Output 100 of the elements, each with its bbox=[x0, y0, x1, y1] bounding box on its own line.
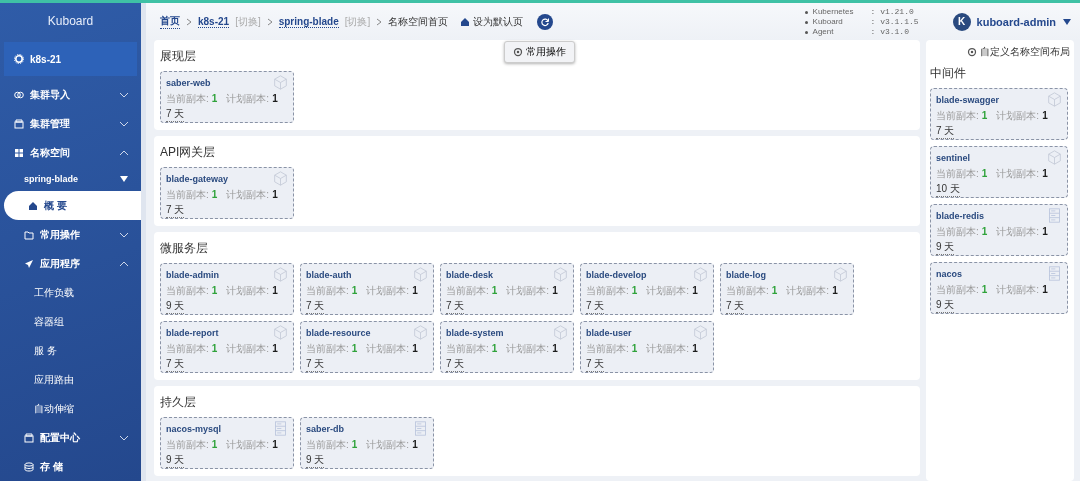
workload-name: blade-report bbox=[166, 327, 219, 338]
server-icon bbox=[1047, 208, 1062, 223]
send-icon bbox=[24, 258, 34, 269]
age-text: 9 天 bbox=[306, 453, 325, 468]
replica-count: 1 bbox=[272, 285, 278, 296]
sidebar-item[interactable]: spring-blade bbox=[0, 167, 141, 191]
replica-label: 当前副本: bbox=[586, 283, 629, 298]
replica-count: 1 bbox=[981, 284, 988, 295]
replica-count: 1 bbox=[631, 285, 638, 296]
replica-label: 计划副本: bbox=[646, 341, 690, 356]
chevron-right-icon bbox=[266, 17, 273, 26]
age-text: 7 天 bbox=[166, 357, 185, 372]
refresh-button[interactable] bbox=[537, 13, 554, 30]
workload-card[interactable]: sentinel 当前副本: 1 计划副本: 1 10 天 bbox=[930, 146, 1068, 198]
user-menu[interactable]: kuboard-admin bbox=[976, 15, 1056, 28]
section-title: API网关层 bbox=[160, 144, 216, 161]
sidebar-item[interactable]: 集群导入 bbox=[0, 80, 141, 109]
sidebar-item[interactable]: 自动伸缩 bbox=[0, 394, 141, 423]
age-text: 9 天 bbox=[166, 299, 185, 314]
replica-count: 1 bbox=[351, 285, 358, 296]
version-value: : v1.21.0 bbox=[870, 6, 915, 17]
section-title: 中间件 bbox=[930, 65, 966, 82]
settings-icon bbox=[967, 47, 977, 57]
workload-card[interactable]: blade-resource 当前副本: 1 计划副本: 1 7 天 bbox=[300, 321, 434, 373]
age-text: 7 天 bbox=[306, 357, 325, 372]
sidebar-item[interactable]: 名称空间 bbox=[0, 138, 141, 167]
replica-count: 1 bbox=[491, 343, 498, 354]
breadcrumb-link[interactable]: k8s-21 bbox=[198, 15, 230, 28]
cube-icon bbox=[693, 325, 708, 340]
workload-name: blade-swagger bbox=[936, 94, 1000, 105]
replica-label: 当前副本: bbox=[446, 283, 489, 298]
workload-card[interactable]: blade-gateway 当前副本: 1 计划副本: 1 7 天 bbox=[160, 167, 294, 219]
sidebar-item[interactable]: 应用程序 bbox=[0, 249, 141, 278]
sidebar-item[interactable]: 容器组 bbox=[0, 307, 141, 336]
version-value: : v3.1.1.5 bbox=[870, 16, 920, 27]
workload-card[interactable]: blade-swagger 当前副本: 1 计划副本: 1 7 天 bbox=[930, 88, 1068, 140]
sidebar-item[interactable]: 服 务 bbox=[0, 336, 141, 365]
workload-card[interactable]: nacos-mysql 当前副本: 1 计划副本: 1 9 天 bbox=[160, 417, 294, 469]
replica-label: 计划副本: bbox=[506, 283, 550, 298]
workload-card[interactable]: blade-desk 当前副本: 1 计划副本: 1 7 天 bbox=[440, 263, 574, 315]
replica-count: 1 bbox=[631, 343, 638, 354]
replica-count: 1 bbox=[351, 439, 358, 450]
sidebar-item[interactable]: 集群管理 bbox=[0, 109, 141, 138]
replica-label: 计划副本: bbox=[226, 437, 270, 452]
gear-icon bbox=[14, 54, 24, 64]
sidebar-item[interactable]: 工作负载 bbox=[0, 278, 141, 307]
age-text: 7 天 bbox=[586, 357, 605, 372]
replica-count: 1 bbox=[412, 285, 418, 296]
home-icon bbox=[28, 200, 38, 211]
box-icon bbox=[14, 118, 24, 129]
replica-count: 1 bbox=[272, 439, 278, 450]
replica-label: 计划副本: bbox=[226, 341, 270, 356]
replica-label: 计划副本: bbox=[646, 283, 690, 298]
workload-card[interactable]: blade-redis 当前副本: 1 计划副本: 1 9 天 bbox=[930, 204, 1068, 256]
workload-card[interactable]: saber-web 当前副本: 1 计划副本: 1 7 天 bbox=[160, 71, 294, 123]
workload-name: nacos bbox=[936, 268, 962, 279]
workload-card[interactable]: nacos 当前副本: 1 计划副本: 1 9 天 bbox=[930, 262, 1068, 314]
workload-card[interactable]: blade-system 当前副本: 1 计划副本: 1 7 天 bbox=[440, 321, 574, 373]
replica-label: 当前副本: bbox=[306, 341, 349, 356]
replica-count: 1 bbox=[491, 285, 498, 296]
workload-card[interactable]: blade-log 当前副本: 1 计划副本: 1 7 天 bbox=[720, 263, 854, 315]
replica-label: 当前副本: bbox=[936, 166, 979, 181]
replica-count: 1 bbox=[211, 439, 218, 450]
breadcrumb-link[interactable]: 首页 bbox=[160, 14, 180, 29]
section-title: 展现层 bbox=[160, 48, 196, 65]
breadcrumb-link[interactable]: spring-blade bbox=[278, 15, 339, 28]
workload-card[interactable]: blade-develop 当前副本: 1 计划副本: 1 7 天 bbox=[580, 263, 714, 315]
replica-count: 1 bbox=[692, 285, 698, 296]
replica-label: 计划副本: bbox=[366, 341, 410, 356]
replica-label: 计划副本: bbox=[366, 437, 410, 452]
chevron-up-icon bbox=[119, 260, 129, 267]
replica-count: 1 bbox=[412, 343, 418, 354]
replica-count: 1 bbox=[981, 226, 988, 237]
replica-label: 计划副本: bbox=[996, 166, 1040, 181]
workload-card[interactable]: blade-report 当前副本: 1 计划副本: 1 7 天 bbox=[160, 321, 294, 373]
workload-name: saber-web bbox=[166, 77, 211, 88]
customize-layout-link[interactable]: 自定义名称空间布局 bbox=[980, 45, 1070, 59]
sidebar-item[interactable]: 存 储 bbox=[0, 452, 141, 481]
sidebar-item[interactable]: 应用路由 bbox=[0, 365, 141, 394]
cube-icon bbox=[1047, 150, 1062, 165]
cube-icon bbox=[273, 75, 288, 90]
sidebar-item[interactable]: 概 要 bbox=[4, 191, 141, 220]
workload-card[interactable]: blade-auth 当前副本: 1 计划副本: 1 7 天 bbox=[300, 263, 434, 315]
workload-name: blade-redis bbox=[936, 210, 984, 221]
workload-card[interactable]: blade-admin 当前副本: 1 计划副本: 1 9 天 bbox=[160, 263, 294, 315]
version-value: : v3.1.0 bbox=[870, 26, 910, 37]
workload-card[interactable]: saber-db 当前副本: 1 计划副本: 1 9 天 bbox=[300, 417, 434, 469]
age-text: 7 天 bbox=[726, 299, 745, 314]
sidebar-item[interactable]: 配置中心 bbox=[0, 423, 141, 452]
replica-count: 1 bbox=[272, 93, 278, 104]
common-ops-button[interactable]: 常用操作 bbox=[504, 41, 575, 63]
cube-icon bbox=[413, 325, 428, 340]
set-default-link[interactable]: 设为默认页 bbox=[473, 14, 524, 29]
replica-label: 当前副本: bbox=[166, 341, 209, 356]
sidebar-item[interactable]: k8s-21 bbox=[4, 42, 137, 76]
sidebar-item[interactable]: 常用操作 bbox=[0, 220, 141, 249]
workload-card[interactable]: blade-user 当前副本: 1 计划副本: 1 7 天 bbox=[580, 321, 714, 373]
home-icon bbox=[460, 16, 471, 27]
replica-count: 1 bbox=[1042, 110, 1048, 121]
replica-label: 当前副本: bbox=[936, 108, 979, 123]
